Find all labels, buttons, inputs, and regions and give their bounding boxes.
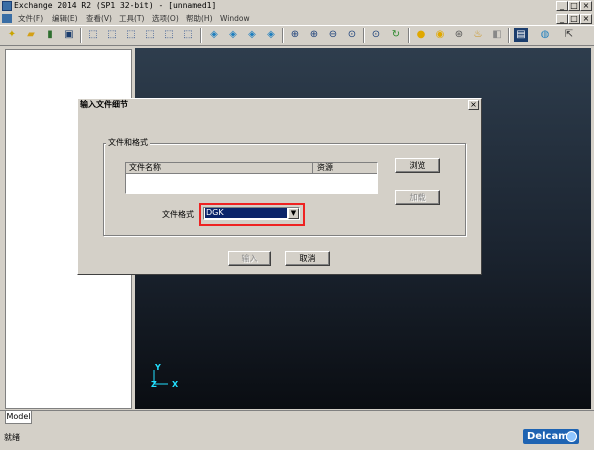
zoom-fit-icon[interactable]: ⊙ [345,28,359,42]
load-button[interactable]: 加载 [395,190,440,205]
document-icon[interactable] [2,14,12,23]
iso-view-4-icon[interactable]: ⬚ [143,28,157,42]
view-top-icon[interactable]: ◈ [245,28,259,42]
zoom-in-icon[interactable]: ⊕ [307,28,321,42]
format-select-value[interactable]: DGK [205,208,287,218]
import-icon[interactable]: ▮ [43,28,57,42]
display-mode-icon[interactable]: ◧ [490,28,504,42]
pointer-help-icon[interactable]: ⇱ [562,28,576,42]
panel-toggle-icon[interactable]: ▤ [514,28,528,42]
maximize-button[interactable]: □ [568,1,580,11]
wireframe-icon[interactable]: ⊛ [452,28,466,42]
toolbar-separator [363,28,365,43]
menu-edit[interactable]: 编辑(E) [52,13,78,24]
menu-options[interactable]: 选项(O) [152,13,179,24]
toolbar-separator [80,28,82,43]
group-label: 文件和格式 [106,137,150,148]
column-header-filename[interactable]: 文件名称 [126,163,313,174]
dialog-title-bar [78,99,481,111]
dialog-close-button[interactable]: × [468,100,479,110]
window-title: Exchange 2014 R2 (SP1 32-bit) - [unnamed… [14,1,217,10]
view-back-icon[interactable]: ◈ [226,28,240,42]
new-icon[interactable]: ✦ [5,28,19,42]
zoom-window-icon[interactable]: ⊕ [288,28,302,42]
iso-view-3-icon[interactable]: ⬚ [124,28,138,42]
zoom-selection-icon[interactable]: ⊙ [369,28,383,42]
minimize-button[interactable]: _ [556,1,568,11]
status-text: 就绪 [4,433,20,442]
import-button[interactable]: 输入 [228,251,271,266]
close-button[interactable]: × [580,1,592,11]
view-front-icon[interactable]: ◈ [207,28,221,42]
format-label: 文件格式 [162,210,194,219]
lights-icon[interactable]: ♨ [471,28,485,42]
axis-label-y: Y [155,363,161,372]
app-icon [2,1,12,11]
toolbar-separator [200,28,202,43]
toolbar-separator [282,28,284,43]
refresh-icon[interactable]: ↻ [389,28,403,42]
delcam-swirl-icon [566,431,577,442]
menu-tools[interactable]: 工具(T) [119,13,144,24]
inner-close-button[interactable]: × [580,14,592,24]
open-icon[interactable]: ▰ [24,28,38,42]
shade-icon[interactable]: ● [414,28,428,42]
chevron-down-icon[interactable]: ▼ [288,208,299,219]
cancel-button[interactable]: 取消 [285,251,330,266]
menu-window[interactable]: Window [220,13,250,24]
help-icon[interactable]: ◍ [538,28,552,42]
iso-view-5-icon[interactable]: ⬚ [162,28,176,42]
column-header-resource[interactable]: 资源 [313,163,377,174]
zoom-out-icon[interactable]: ⊖ [326,28,340,42]
axis-label-z: Z [151,380,157,389]
menu-help[interactable]: 帮助(H) [186,13,213,24]
iso-view-2-icon[interactable]: ⬚ [105,28,119,42]
axis-label-x: X [172,380,179,389]
inner-minimize-button[interactable]: _ [556,14,568,24]
save-icon[interactable]: ▣ [62,28,76,42]
menu-view[interactable]: 查看(V) [86,13,112,24]
tab-strip [0,410,594,424]
tab-model[interactable]: Model [5,411,32,424]
dialog-title: 输入文件细节 [80,100,128,109]
view-side-icon[interactable]: ◈ [264,28,278,42]
iso-view-1-icon[interactable]: ⬚ [86,28,100,42]
inner-restore-button[interactable]: □ [568,14,580,24]
iso-view-6-icon[interactable]: ⬚ [181,28,195,42]
toolbar-separator [508,28,510,43]
browse-button[interactable]: 浏览 [395,158,440,173]
shade-edges-icon[interactable]: ◉ [433,28,447,42]
status-bar [0,425,594,450]
menu-file[interactable]: 文件(F) [18,13,43,24]
toolbar-separator [408,28,410,43]
